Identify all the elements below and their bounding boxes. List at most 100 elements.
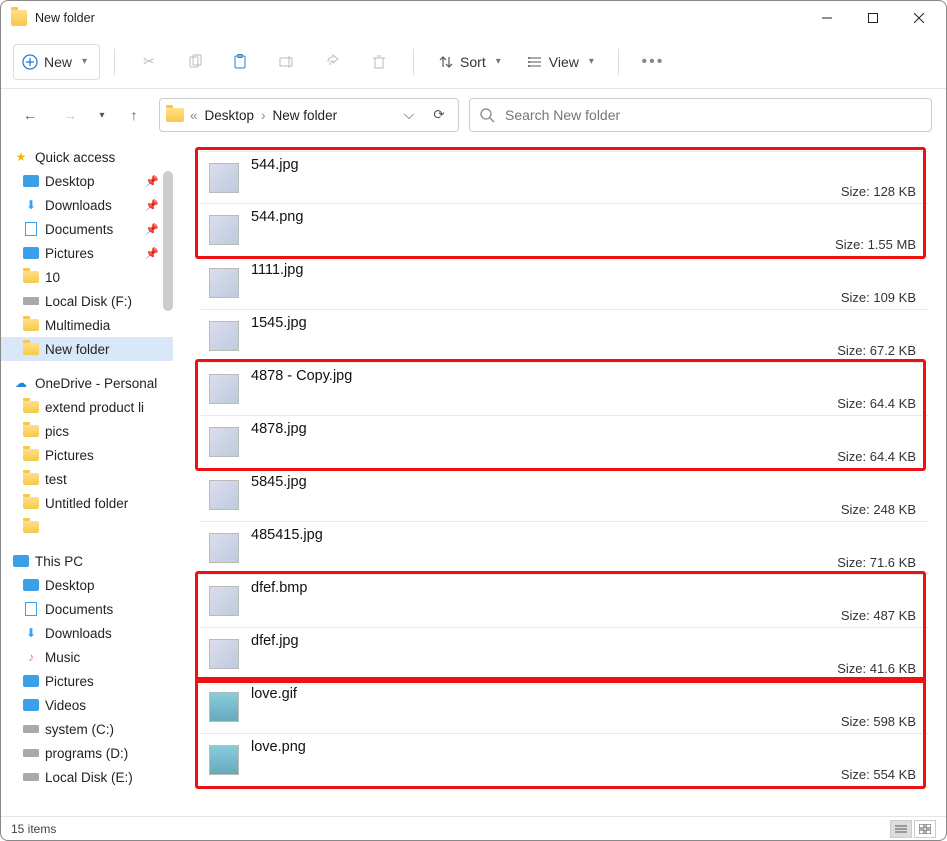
- file-row[interactable]: 485415.jpgSize: 71.6 KB: [201, 522, 928, 575]
- copy-button[interactable]: [175, 44, 215, 80]
- sidebar-item-untitled-folder[interactable]: Untitled folder: [1, 491, 173, 515]
- address-bar[interactable]: « Desktop › New folder ⌵ ⟳: [159, 98, 459, 132]
- window-title: New folder: [35, 11, 804, 25]
- folder-icon: [23, 399, 39, 415]
- toolbar-separator: [413, 49, 414, 75]
- folder-icon: [23, 269, 39, 285]
- sidebar-quick-access[interactable]: ★Quick access: [1, 145, 173, 169]
- status-text: 15 items: [11, 822, 56, 836]
- videos-icon: [23, 697, 39, 713]
- search-input[interactable]: [505, 107, 921, 123]
- file-size: Size: 1.55 MB: [835, 237, 916, 252]
- sidebar-scrollbar[interactable]: [163, 141, 173, 816]
- sidebar-item-test[interactable]: test: [1, 467, 173, 491]
- share-button[interactable]: [313, 44, 353, 80]
- sidebar-item-label: programs (D:): [45, 746, 128, 761]
- file-row[interactable]: dfef.jpgSize: 41.6 KB: [201, 628, 928, 681]
- file-name: 544.png: [251, 209, 303, 225]
- file-row[interactable]: 4878.jpgSize: 64.4 KB: [201, 416, 928, 469]
- delete-button[interactable]: [359, 44, 399, 80]
- sidebar-item-documents[interactable]: Documents📌: [1, 217, 173, 241]
- sidebar-item-downloads[interactable]: ⬇Downloads: [1, 621, 173, 645]
- sidebar-this-pc[interactable]: This PC: [1, 549, 173, 573]
- breadcrumb-overflow: «: [190, 108, 198, 123]
- file-name: dfef.bmp: [251, 580, 307, 596]
- folder-icon: [23, 447, 39, 463]
- sidebar-item-multimedia[interactable]: Multimedia: [1, 313, 173, 337]
- sidebar-item-pics[interactable]: pics: [1, 419, 173, 443]
- paste-button[interactable]: [221, 44, 261, 80]
- sidebar-item-local-disk-f-[interactable]: Local Disk (F:): [1, 289, 173, 313]
- close-button[interactable]: [896, 2, 942, 34]
- copy-icon: [187, 54, 203, 70]
- forward-button[interactable]: →: [55, 100, 85, 130]
- disk-icon: [23, 721, 39, 737]
- sidebar-item-system-c-[interactable]: system (C:): [1, 717, 173, 741]
- toolbar-separator: [618, 49, 619, 75]
- view-label: View: [549, 54, 579, 70]
- sidebar-item-pictures[interactable]: Pictures: [1, 669, 173, 693]
- file-row[interactable]: 1545.jpgSize: 67.2 KB: [201, 310, 928, 363]
- sort-icon: [438, 54, 454, 70]
- sidebar-item-extend-product-li[interactable]: extend product li: [1, 395, 173, 419]
- sidebar-item-desktop[interactable]: Desktop: [1, 573, 173, 597]
- sidebar-item-documents[interactable]: Documents: [1, 597, 173, 621]
- sidebar-item-10[interactable]: 10: [1, 265, 173, 289]
- breadcrumb-current[interactable]: New folder: [270, 106, 341, 125]
- minimize-button[interactable]: [804, 2, 850, 34]
- sidebar-item-new-folder[interactable]: New folder: [1, 337, 173, 361]
- up-button[interactable]: ↑: [119, 100, 149, 130]
- file-size: Size: 487 KB: [841, 608, 916, 623]
- sidebar-item-local-disk-e-[interactable]: Local Disk (E:): [1, 765, 173, 789]
- chevron-down-icon: ▾: [496, 56, 501, 67]
- sidebar-item-downloads[interactable]: ⬇Downloads📌: [1, 193, 173, 217]
- file-row[interactable]: 5845.jpgSize: 248 KB: [201, 469, 928, 522]
- thumbnails-view-toggle[interactable]: [914, 820, 936, 838]
- nav-row: ← → ▾ ↑ « Desktop › New folder ⌵ ⟳: [1, 89, 946, 141]
- rename-icon: [279, 54, 295, 70]
- file-row[interactable]: 1111.jpgSize: 109 KB: [201, 257, 928, 310]
- file-row[interactable]: love.pngSize: 554 KB: [201, 734, 928, 787]
- back-button[interactable]: ←: [15, 100, 45, 130]
- file-size: Size: 71.6 KB: [837, 555, 916, 570]
- sidebar-item-unnamed[interactable]: [1, 515, 173, 539]
- file-name: love.png: [251, 739, 306, 755]
- file-row[interactable]: 544.png Size: 1.55 MB: [201, 204, 928, 257]
- maximize-button[interactable]: [850, 2, 896, 34]
- sidebar-item-label: Untitled folder: [45, 496, 128, 511]
- sidebar-item-pictures[interactable]: Pictures📌: [1, 241, 173, 265]
- address-dropdown[interactable]: ⌵: [396, 107, 422, 123]
- sidebar-item-music[interactable]: ♪Music: [1, 645, 173, 669]
- view-button[interactable]: View ▾: [517, 44, 604, 80]
- file-row[interactable]: love.gifSize: 598 KB: [201, 681, 928, 734]
- rename-button[interactable]: [267, 44, 307, 80]
- file-size: Size: 128 KB: [841, 184, 916, 199]
- folder-icon: [23, 495, 39, 511]
- file-row[interactable]: 544.jpgSize: 128 KB: [201, 151, 928, 204]
- file-row[interactable]: dfef.bmp Size: 487 KB: [201, 575, 928, 628]
- file-name: 1545.jpg: [251, 315, 307, 331]
- details-view-toggle[interactable]: [890, 820, 912, 838]
- search-box[interactable]: [469, 98, 932, 132]
- sidebar-item-label: 10: [45, 270, 60, 285]
- recent-locations-button[interactable]: ▾: [95, 100, 109, 130]
- sort-label: Sort: [460, 54, 486, 70]
- disk-icon: [23, 745, 39, 761]
- new-button[interactable]: New ▾: [13, 44, 100, 80]
- sidebar-item-videos[interactable]: Videos: [1, 693, 173, 717]
- cut-button[interactable]: ✂: [129, 44, 169, 80]
- sidebar-item-desktop[interactable]: Desktop📌: [1, 169, 173, 193]
- sidebar-item-label: Desktop: [45, 578, 95, 593]
- more-button[interactable]: •••: [633, 44, 673, 80]
- sidebar-item-programs-d-[interactable]: programs (D:): [1, 741, 173, 765]
- breadcrumb-desktop[interactable]: Desktop: [202, 106, 258, 125]
- file-row[interactable]: 4878 - Copy.jpgSize: 64.4 KB: [201, 363, 928, 416]
- file-size: Size: 109 KB: [841, 290, 916, 305]
- file-thumbnail: [209, 692, 239, 722]
- sort-button[interactable]: Sort ▾: [428, 44, 511, 80]
- refresh-button[interactable]: ⟳: [426, 107, 452, 123]
- sidebar-onedrive[interactable]: ☁OneDrive - Personal: [1, 371, 173, 395]
- sidebar-item-pictures[interactable]: Pictures: [1, 443, 173, 467]
- desktop-icon: [23, 173, 39, 189]
- paste-icon: [233, 54, 249, 70]
